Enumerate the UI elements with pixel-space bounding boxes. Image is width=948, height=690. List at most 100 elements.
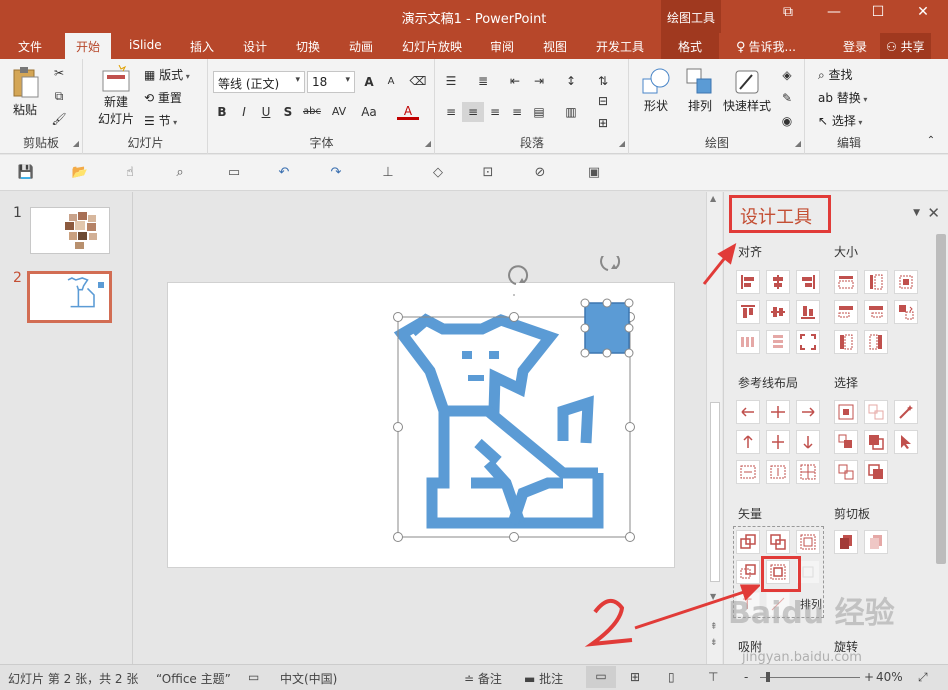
scroll-down-icon[interactable]: ▼	[710, 592, 716, 601]
undo-icon[interactable]: ↶	[272, 163, 296, 183]
slide-thumbnail-2[interactable]	[27, 271, 112, 323]
columns-icon[interactable]: ▥	[560, 102, 582, 122]
align-center-icon[interactable]: ≡	[462, 102, 484, 122]
text-direction-icon[interactable]: ⇅	[592, 71, 614, 91]
zoom-out-button[interactable]: -	[744, 670, 748, 684]
launcher-icon[interactable]: ◢	[619, 139, 625, 148]
select-similar-icon[interactable]	[864, 400, 888, 424]
fit-to-window-icon[interactable]: ⤢	[918, 670, 928, 685]
guide-left-icon[interactable]	[736, 400, 760, 424]
zoom-slider[interactable]	[760, 677, 860, 678]
share-button[interactable]: ⚇ 共享	[880, 33, 931, 59]
decrease-indent-icon[interactable]: ⇤	[504, 71, 526, 91]
font-size-combo[interactable]: 18 ▾	[307, 71, 355, 93]
paste-button[interactable]: 粘贴	[10, 65, 40, 118]
same-height-icon[interactable]	[864, 270, 888, 294]
copy-icon[interactable]	[834, 530, 858, 554]
normal-view-icon[interactable]: ▭	[586, 666, 616, 688]
height-match-icon[interactable]	[864, 300, 888, 324]
change-case-button[interactable]: Aa	[357, 102, 381, 122]
justify-icon[interactable]: ≡	[506, 102, 528, 122]
crop-icon[interactable]: ⊡	[476, 163, 500, 183]
guide-up-icon[interactable]	[736, 430, 760, 454]
font-name-combo[interactable]: 等线 (正文) ▾	[213, 71, 305, 93]
align-text-icon[interactable]: ⊟	[592, 91, 614, 111]
ribbon-display-button[interactable]: ⧉	[777, 4, 799, 26]
arrange-button[interactable]: 排列	[682, 67, 718, 114]
open-folder-icon[interactable]: 📂	[68, 163, 92, 183]
magic-wand-icon[interactable]	[894, 400, 918, 424]
replace-button[interactable]: ab 替换 ▾	[818, 89, 867, 106]
image-icon[interactable]: ▣	[582, 163, 606, 183]
shape-effects-icon[interactable]: ◉	[776, 111, 798, 131]
increase-indent-icon[interactable]: ⇥	[528, 71, 550, 91]
shrink-font-button[interactable]: A	[380, 72, 402, 92]
same-width-icon[interactable]	[834, 270, 858, 294]
chevron-down-icon[interactable]: ▼	[913, 208, 920, 218]
tab-design[interactable]: 设计	[243, 38, 267, 55]
copy-icon[interactable]: ⧉	[48, 86, 70, 106]
bold-button[interactable]: B	[211, 102, 233, 122]
bullets-icon[interactable]: ☰	[440, 71, 462, 91]
layout-button[interactable]: ▦ 版式 ▾	[144, 66, 190, 83]
italic-button[interactable]: I	[233, 102, 255, 122]
tab-animations[interactable]: 动画	[349, 38, 373, 55]
shape-fill-icon[interactable]: ◈	[776, 65, 798, 85]
distributed-icon[interactable]: ▤	[528, 102, 550, 122]
align-left-icon[interactable]: ≡	[440, 102, 462, 122]
line-spacing-icon[interactable]: ↕	[560, 71, 582, 91]
tab-developer[interactable]: 开发工具	[596, 38, 644, 55]
tab-slideshow[interactable]: 幻灯片放映	[402, 38, 462, 55]
combine-icon[interactable]	[766, 530, 790, 554]
tab-file[interactable]: 文件	[18, 38, 42, 55]
slideshow-icon[interactable]: ▭	[222, 163, 246, 183]
select-button[interactable]: ↖ 选择 ▾	[818, 112, 862, 129]
guide-grid-icon[interactable]	[796, 460, 820, 484]
shape-tool-icon[interactable]: ◇	[426, 163, 450, 183]
scroll-up-icon[interactable]: ▲	[710, 194, 716, 203]
new-slide-button[interactable]: 新建 幻灯片	[92, 65, 140, 127]
intersect-icon[interactable]	[736, 560, 760, 584]
print-preview-icon[interactable]: ⌕	[168, 163, 192, 183]
select-overlap-icon[interactable]	[864, 430, 888, 454]
redo-icon[interactable]: ↷	[324, 163, 348, 183]
find-button[interactable]: ⌕ 查找	[818, 66, 853, 83]
next-slide-icon[interactable]: ⇟	[710, 638, 718, 648]
align-center-h-icon[interactable]	[766, 270, 790, 294]
select-inside-icon[interactable]	[834, 460, 858, 484]
format-painter-icon[interactable]: 🖌	[48, 109, 70, 129]
spellcheck-icon[interactable]: ▭	[248, 670, 259, 684]
slideshow-view-icon[interactable]: ⊤	[708, 670, 718, 684]
tab-islide[interactable]: iSlide	[129, 38, 162, 52]
quick-styles-button[interactable]: 快速样式	[720, 67, 774, 114]
save-icon[interactable]: 💾	[14, 163, 38, 183]
align-bottom-icon[interactable]	[796, 300, 820, 324]
close-icon[interactable]: ✕	[927, 204, 940, 222]
select-same-icon[interactable]	[834, 400, 858, 424]
guide-right-icon[interactable]	[796, 400, 820, 424]
shadow-button[interactable]: S	[277, 102, 299, 122]
align-tool-icon[interactable]: ⊥	[376, 163, 400, 183]
slide-canvas[interactable]	[167, 282, 675, 568]
tell-me-search[interactable]: ♀ 告诉我...	[736, 38, 796, 55]
scroll-thumb[interactable]	[710, 402, 720, 582]
collapse-ribbon-icon[interactable]: ⌃	[920, 131, 942, 151]
union-icon[interactable]	[736, 530, 760, 554]
launcher-icon[interactable]: ◢	[73, 139, 79, 148]
grow-font-button[interactable]: A	[358, 72, 380, 92]
select-back-icon[interactable]	[864, 460, 888, 484]
language-indicator[interactable]: 中文(中国)	[280, 670, 337, 687]
zoom-slider-thumb[interactable]	[766, 672, 770, 682]
rotate-handles[interactable]	[498, 256, 638, 296]
tab-format[interactable]: 格式	[661, 33, 720, 59]
shapes-button[interactable]: 形状	[638, 67, 674, 114]
comments-button[interactable]: ▬ 批注	[524, 670, 563, 687]
align-left-icon[interactable]	[736, 270, 760, 294]
sign-in-link[interactable]: 登录	[843, 38, 867, 55]
align-right-icon[interactable]	[796, 270, 820, 294]
guide-center-h-icon[interactable]	[766, 400, 790, 424]
font-color-button[interactable]: A	[397, 102, 419, 120]
char-spacing-button[interactable]: AV	[327, 102, 351, 122]
select-group-icon[interactable]	[834, 430, 858, 454]
merge-shapes-icon[interactable]: ⊘	[528, 163, 552, 183]
